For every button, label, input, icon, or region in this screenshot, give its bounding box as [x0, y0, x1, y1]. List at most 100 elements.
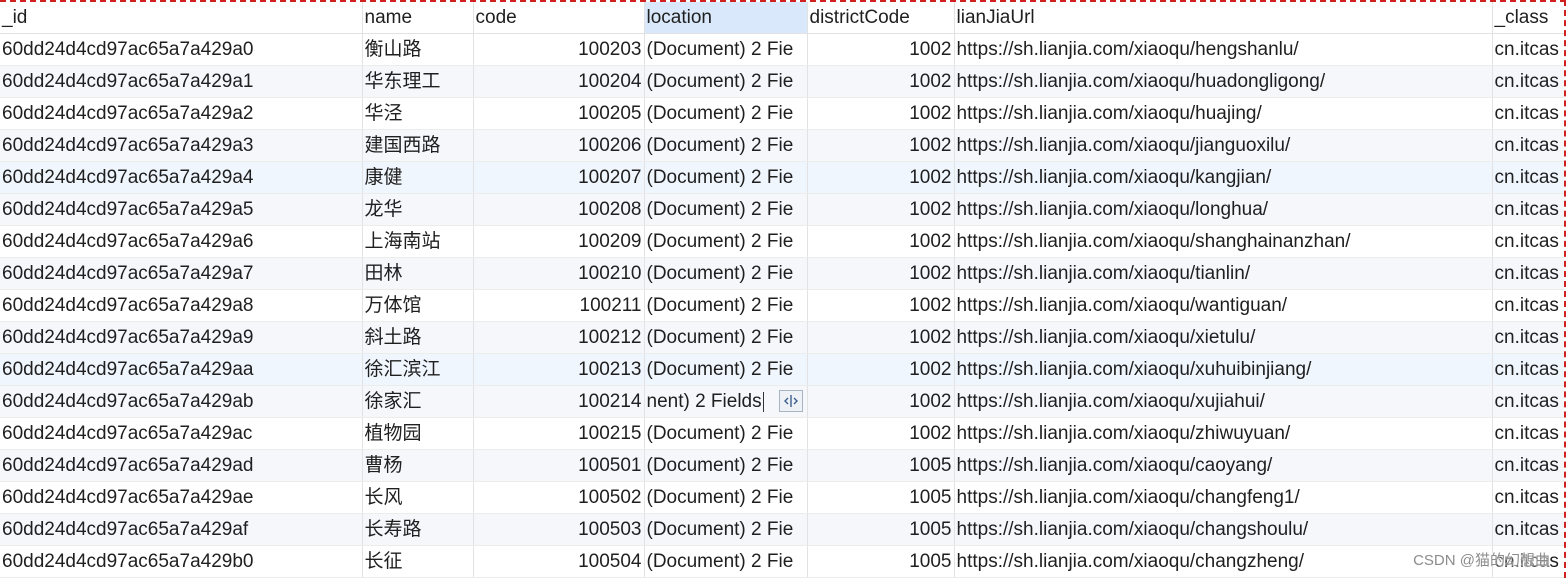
table-row[interactable]: 60dd24d4cd97ac65a7a429a5 龙华 100208 (Documen…	[0, 193, 1564, 226]
cell-class[interactable]: cn.itcas	[1492, 33, 1564, 66]
cell-code[interactable]: 100210	[473, 257, 645, 290]
cell-class[interactable]: cn.itcas	[1492, 193, 1564, 226]
cell-class[interactable]: cn.itcas	[1492, 257, 1564, 290]
cell-lianjia-url[interactable]: https://sh.lianjia.com/xiaoqu/changzheng…	[954, 545, 1493, 578]
cell-name[interactable]: 衡山路	[362, 33, 474, 66]
cell-id[interactable]: 60dd24d4cd97ac65a7a429a2	[0, 97, 363, 130]
cell-district-code[interactable]: 1005	[807, 545, 955, 578]
cell-class[interactable]: cn.itcas	[1492, 65, 1564, 98]
cell-class[interactable]: cn.itcas	[1492, 481, 1564, 514]
cell-code[interactable]: 100502	[473, 481, 645, 514]
cell-district-code[interactable]: 1002	[807, 225, 955, 258]
cell-class[interactable]: cn.itcas	[1492, 289, 1564, 322]
cell-lianjia-url[interactable]: https://sh.lianjia.com/xiaoqu/huadonglig…	[954, 65, 1493, 98]
cell-location[interactable]: (Document) 2 Fie	[644, 321, 808, 354]
cell-class[interactable]: cn.itcas	[1492, 97, 1564, 130]
cell-lianjia-url[interactable]: https://sh.lianjia.com/xiaoqu/xietulu/	[954, 321, 1493, 354]
cell-district-code[interactable]: 1002	[807, 161, 955, 194]
cell-code[interactable]: 100204	[473, 65, 645, 98]
cell-name[interactable]: 田林	[362, 257, 474, 290]
column-header-code[interactable]: code	[473, 2, 645, 34]
cell-code[interactable]: 100503	[473, 513, 645, 546]
cell-id[interactable]: 60dd24d4cd97ac65a7a429a4	[0, 161, 363, 194]
cell-location[interactable]: (Document) 2 Fie	[644, 513, 808, 546]
cell-name[interactable]: 建国西路	[362, 129, 474, 162]
cell-district-code[interactable]: 1002	[807, 65, 955, 98]
cell-location[interactable]: (Document) 2 Fie	[644, 481, 808, 514]
table-row[interactable]: 60dd24d4cd97ac65a7a429a7 田林 100210 (Documen…	[0, 257, 1564, 290]
cell-code[interactable]: 100212	[473, 321, 645, 354]
cell-location[interactable]: (Document) 2 Fie	[644, 65, 808, 98]
cell-location[interactable]: (Document) 2 Fie	[644, 33, 808, 66]
table-row[interactable]: 60dd24d4cd97ac65a7a429af 长寿路 100503 (Docume…	[0, 513, 1564, 546]
expand-horizontal-icon[interactable]	[778, 390, 803, 412]
cell-lianjia-url[interactable]: https://sh.lianjia.com/xiaoqu/kangjian/	[954, 161, 1493, 194]
cell-id[interactable]: 60dd24d4cd97ac65a7a429a7	[0, 257, 363, 290]
table-row[interactable]: 60dd24d4cd97ac65a7a429aa 徐汇滨江 100213 (Docum…	[0, 353, 1564, 386]
column-header-name[interactable]: name	[362, 2, 474, 34]
cell-location[interactable]: (Document) 2 Fie	[644, 353, 808, 386]
cell-district-code[interactable]: 1002	[807, 257, 955, 290]
cell-name[interactable]: 华泾	[362, 97, 474, 130]
cell-district-code[interactable]: 1002	[807, 33, 955, 66]
cell-id[interactable]: 60dd24d4cd97ac65a7a429ab	[0, 385, 363, 418]
table-row[interactable]: 60dd24d4cd97ac65a7a429a6 上海南站 100209 (Docum…	[0, 225, 1564, 258]
table-row[interactable]: 60dd24d4cd97ac65a7a429ab 徐家汇 100214 nent) 2…	[0, 385, 1564, 418]
cell-lianjia-url[interactable]: https://sh.lianjia.com/xiaoqu/changfeng1…	[954, 481, 1493, 514]
cell-lianjia-url[interactable]: https://sh.lianjia.com/xiaoqu/longhua/	[954, 193, 1493, 226]
cell-id[interactable]: 60dd24d4cd97ac65a7a429ae	[0, 481, 363, 514]
table-row[interactable]: 60dd24d4cd97ac65a7a429ae 长风 100502 (Documen…	[0, 481, 1564, 514]
cell-id[interactable]: 60dd24d4cd97ac65a7a429aa	[0, 353, 363, 386]
cell-code[interactable]: 100207	[473, 161, 645, 194]
cell-id[interactable]: 60dd24d4cd97ac65a7a429b0	[0, 545, 363, 578]
table-row[interactable]: 60dd24d4cd97ac65a7a429a4 康健 100207 (Documen…	[0, 161, 1564, 194]
cell-id[interactable]: 60dd24d4cd97ac65a7a429a8	[0, 289, 363, 322]
cell-class[interactable]: cn.itcas	[1492, 449, 1564, 482]
column-header-class[interactable]: _class	[1492, 2, 1564, 34]
cell-location[interactable]: (Document) 2 Fie	[644, 97, 808, 130]
table-row[interactable]: 60dd24d4cd97ac65a7a429b0 长征 100504 (Documen…	[0, 545, 1564, 578]
cell-location[interactable]: nent) 2 Fields	[644, 385, 808, 418]
cell-class[interactable]: cn.itcas	[1492, 225, 1564, 258]
cell-lianjia-url[interactable]: https://sh.lianjia.com/xiaoqu/tianlin/	[954, 257, 1493, 290]
cell-name[interactable]: 长风	[362, 481, 474, 514]
cell-code[interactable]: 100203	[473, 33, 645, 66]
cell-class[interactable]: cn.itcas	[1492, 161, 1564, 194]
cell-lianjia-url[interactable]: https://sh.lianjia.com/xiaoqu/xuhuibinji…	[954, 353, 1493, 386]
column-header-location[interactable]: location	[644, 2, 808, 34]
cell-location-editing-text[interactable]: nent) 2 Fields	[647, 391, 762, 412]
table-row[interactable]: 60dd24d4cd97ac65a7a429a2 华泾 100205 (Documen…	[0, 97, 1564, 130]
cell-id[interactable]: 60dd24d4cd97ac65a7a429a0	[0, 33, 363, 66]
table-row[interactable]: 60dd24d4cd97ac65a7a429ac 植物园 100215 (Docume…	[0, 417, 1564, 450]
cell-code[interactable]: 100215	[473, 417, 645, 450]
cell-id[interactable]: 60dd24d4cd97ac65a7a429af	[0, 513, 363, 546]
cell-location[interactable]: (Document) 2 Fie	[644, 257, 808, 290]
cell-district-code[interactable]: 1005	[807, 513, 955, 546]
cell-id[interactable]: 60dd24d4cd97ac65a7a429ac	[0, 417, 363, 450]
cell-location[interactable]: (Document) 2 Fie	[644, 417, 808, 450]
cell-lianjia-url[interactable]: https://sh.lianjia.com/xiaoqu/xujiahui/	[954, 385, 1493, 418]
cell-id[interactable]: 60dd24d4cd97ac65a7a429a6	[0, 225, 363, 258]
cell-location[interactable]: (Document) 2 Fie	[644, 161, 808, 194]
cell-district-code[interactable]: 1002	[807, 289, 955, 322]
cell-code[interactable]: 100209	[473, 225, 645, 258]
cell-code[interactable]: 100211	[473, 289, 645, 322]
cell-district-code[interactable]: 1002	[807, 353, 955, 386]
cell-class[interactable]: cn.itcas	[1492, 513, 1564, 546]
cell-class[interactable]: cn.itcas	[1492, 417, 1564, 450]
cell-class[interactable]: cn.itcas	[1492, 129, 1564, 162]
cell-name[interactable]: 长征	[362, 545, 474, 578]
cell-name[interactable]: 上海南站	[362, 225, 474, 258]
cell-class[interactable]: cn.itcas	[1492, 353, 1564, 386]
cell-name[interactable]: 长寿路	[362, 513, 474, 546]
cell-district-code[interactable]: 1002	[807, 385, 955, 418]
table-row[interactable]: 60dd24d4cd97ac65a7a429a1 华东理工 100204 (Docum…	[0, 65, 1564, 98]
cell-id[interactable]: 60dd24d4cd97ac65a7a429a3	[0, 129, 363, 162]
table-row[interactable]: 60dd24d4cd97ac65a7a429a3 建国西路 100206 (Docum…	[0, 129, 1564, 162]
cell-class[interactable]: cn.itcas	[1492, 321, 1564, 354]
cell-district-code[interactable]: 1002	[807, 97, 955, 130]
cell-code[interactable]: 100208	[473, 193, 645, 226]
cell-lianjia-url[interactable]: https://sh.lianjia.com/xiaoqu/hengshanlu…	[954, 33, 1493, 66]
cell-name[interactable]: 华东理工	[362, 65, 474, 98]
cell-name[interactable]: 康健	[362, 161, 474, 194]
